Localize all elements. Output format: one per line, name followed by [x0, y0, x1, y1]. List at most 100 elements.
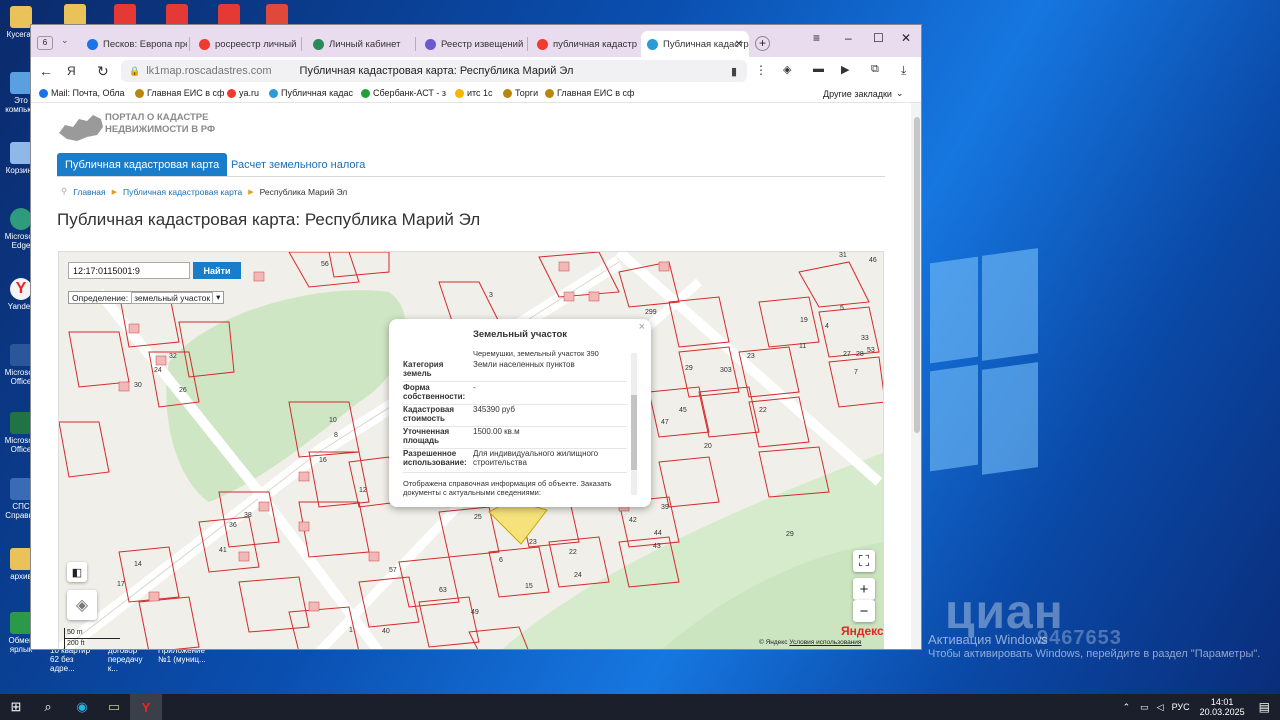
layers-icon[interactable]: ◈ [67, 590, 97, 620]
menu-icon[interactable]: ≡ [813, 31, 820, 45]
browser-window: 6 ⌄ Песков: Европа пре росреестр личный … [30, 24, 922, 650]
parcel-number-label: 56 [321, 261, 329, 268]
bookmark-item[interactable]: Главная ЕИС в сф [545, 88, 634, 98]
folder-icon[interactable] [64, 4, 86, 26]
other-bookmarks[interactable]: Другие закладки ⌄ [823, 88, 904, 99]
popup-row: Форма собственности: - [403, 383, 627, 405]
tab-active[interactable]: Публичная кадастр ✕ [641, 31, 749, 57]
popup-scrollbar[interactable] [631, 353, 637, 495]
sber-icon [361, 88, 370, 98]
parcel-number-label: 39 [661, 504, 669, 511]
bookmark-item[interactable]: Главная ЕИС в сф [135, 88, 224, 98]
system-tray: ⌃ ▭ ◁ РУС 14:01 20.03.2025 ▤ [1123, 694, 1280, 720]
search-icon[interactable]: ⌕ [32, 694, 64, 720]
yandex-browser-icon[interactable]: Y [130, 694, 162, 720]
address-bar-row: ← Я ↻ 🔒 lk1map.roscadastres.com Публична… [31, 57, 921, 85]
anydesk-icon[interactable] [266, 4, 288, 26]
new-tab-button[interactable]: + [755, 36, 770, 51]
chevron-down-icon[interactable]: ⌄ [61, 35, 69, 46]
close-window-button[interactable]: ✕ [901, 31, 911, 45]
hat-icon[interactable]: ▬ [813, 63, 824, 75]
parcel-number-label: 32 [169, 353, 177, 360]
tab-2[interactable]: росреестр личный к [193, 31, 299, 57]
edge-icon[interactable]: ◉ [66, 694, 98, 720]
definition-select[interactable]: Определение: земельный участок ▾ [68, 291, 225, 304]
bookmark-icon[interactable]: ▮ [731, 65, 737, 78]
breadcrumb: ⚲ Главная ▶ Публичная кадастровая карта … [61, 186, 347, 197]
nav-tab-cadastral-map[interactable]: Публичная кадастровая карта [57, 153, 228, 176]
tab-1[interactable]: Песков: Европа пре [81, 31, 187, 57]
parcel-number-label: 38 [244, 512, 252, 519]
cadastral-map[interactable]: 56 3 299 29 303 45 47 20 22 23 19 5 4 27 11 28 7 10 8 16 12 2… [58, 251, 884, 649]
close-tab-icon[interactable]: ✕ [735, 39, 743, 50]
fullscreen-button[interactable]: ⛶ [853, 550, 875, 572]
start-button[interactable]: ⊞ [0, 694, 32, 720]
pin-icon: ⚲ [61, 186, 68, 196]
breadcrumb-home[interactable]: Главная [73, 187, 105, 197]
bookmark-item[interactable]: Mail: Почта, Обла [39, 88, 125, 98]
desktop-files-row: 10 квартир 62 без адре... договор переда… [50, 646, 210, 673]
building-footprint [128, 323, 140, 334]
parcel-number-label: 30 [134, 382, 142, 389]
breadcrumb-map[interactable]: Публичная кадастровая карта [123, 187, 242, 197]
folder-icon [10, 548, 32, 570]
windows-logo [930, 248, 1040, 480]
yandex-icon [199, 38, 210, 50]
bookmark-item[interactable]: ya.ru [227, 88, 259, 98]
bookmark-item[interactable]: итс 1с [455, 88, 493, 98]
parcel-number-label: 33 [861, 335, 869, 342]
address-field[interactable]: 🔒 lk1map.roscadastres.com Публичная када… [121, 60, 747, 82]
map-scale: 50 m 200 ft [64, 628, 120, 649]
notifications-icon[interactable]: ▤ [1259, 700, 1270, 714]
tab-4[interactable]: Реестр извещений [419, 31, 525, 57]
media-icon[interactable]: ▶ [841, 63, 849, 76]
collections-icon[interactable]: ⧉ [871, 63, 879, 76]
map-attribution[interactable]: © Яндекс Условия использования [759, 639, 861, 646]
cadastral-number-input[interactable] [68, 262, 190, 279]
parcel-number-label: 23 [747, 353, 755, 360]
popup-row: Кадастровая стоимость 345390 руб [403, 405, 627, 427]
download-icon[interactable]: ⤓ [901, 63, 906, 78]
back-arrow-icon[interactable]: ← [39, 63, 53, 79]
page-scrollbar[interactable] [911, 103, 921, 649]
extension-icon[interactable]: ◈ [783, 63, 791, 76]
building-footprint [155, 355, 167, 366]
bookmark-item[interactable]: Сбербанк-АСТ - з [361, 88, 446, 98]
bookmarks-bar: Mail: Почта, Обла Главная ЕИС в сф ya.ru… [31, 85, 921, 103]
pdf-icon[interactable] [114, 4, 136, 26]
yandex-logo-icon[interactable]: Я [67, 64, 76, 78]
pdf-icon[interactable] [166, 4, 188, 26]
parcel-number-label: 31 [839, 252, 847, 259]
yandex-map-brand: Яндекс [841, 624, 884, 638]
minimize-button[interactable]: – [845, 31, 852, 45]
pdf-icon[interactable] [218, 4, 240, 26]
parcel-number-label: 22 [759, 407, 767, 414]
bookmark-item[interactable]: Торги [503, 88, 538, 98]
reload-icon[interactable]: ↻ [97, 63, 109, 80]
parcel-number-label: 7 [854, 369, 858, 376]
building-footprint [148, 591, 160, 602]
lock-icon: 🔒 [129, 65, 141, 76]
emblem-icon [503, 88, 512, 98]
site-logo-text[interactable]: ПОРТАЛ О КАДАСТРЕ НЕДВИЖИМОСТИ В РФ [105, 112, 215, 136]
tab-5[interactable]: публичная кадастра [531, 31, 637, 57]
zoom-out-button[interactable]: − [853, 600, 875, 622]
ruler-button[interactable]: ◧ [67, 562, 87, 582]
zoom-in-button[interactable]: + [853, 578, 875, 600]
parcel-number-label: 5 [840, 305, 844, 312]
language-indicator[interactable]: РУС [1172, 702, 1190, 712]
clock[interactable]: 14:01 20.03.2025 [1200, 697, 1245, 717]
explorer-icon[interactable]: ▭ [98, 694, 130, 720]
more-icon[interactable]: ⋮ [755, 63, 767, 77]
tab-count-badge[interactable]: 6 [37, 36, 53, 50]
nav-tab-land-tax[interactable]: Расчет земельного налога [223, 153, 373, 176]
tab-separator [415, 37, 416, 51]
tab-bar: 6 ⌄ Песков: Европа пре росреестр личный … [31, 25, 921, 57]
sps-icon [10, 478, 32, 500]
maximize-button[interactable]: ☐ [873, 31, 884, 45]
bookmark-item[interactable]: Публичная кадас [269, 88, 353, 98]
find-button[interactable]: Найти [193, 262, 241, 279]
parcel-number-label: 10 [329, 417, 337, 424]
tab-3[interactable]: Личный кабинет [307, 31, 413, 57]
recycle-bin-icon [10, 142, 32, 164]
